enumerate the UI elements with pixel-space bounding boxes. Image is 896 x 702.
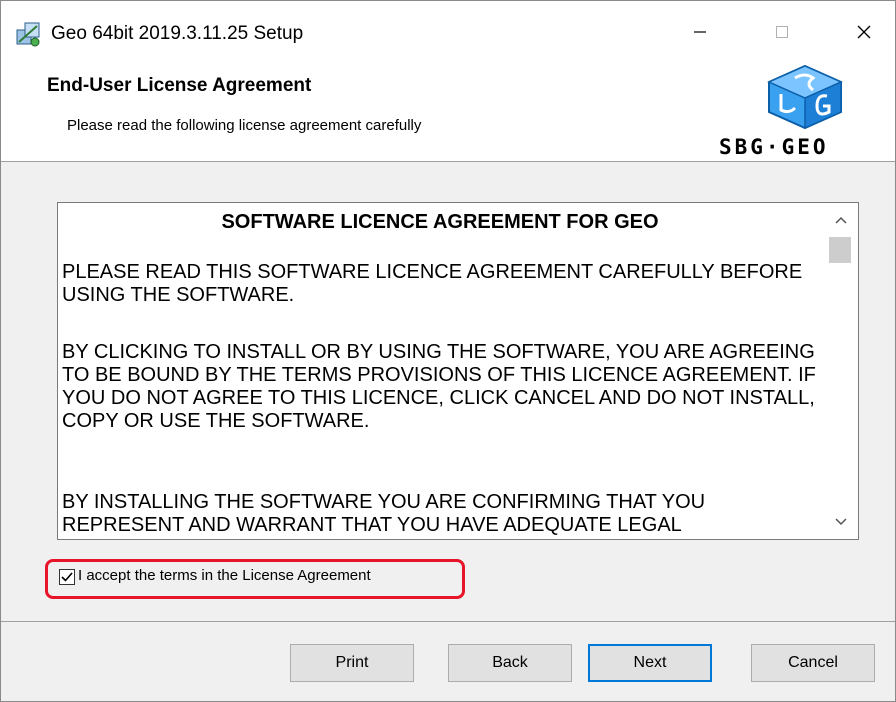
license-paragraph: PLEASE READ THIS SOFTWARE LICENCE AGREEM… xyxy=(62,261,803,306)
maximize-button[interactable] xyxy=(759,15,805,49)
minimize-icon xyxy=(694,31,706,33)
setup-window: Geo 64bit 2019.3.11.25 Setup End-User Li… xyxy=(0,0,896,702)
installer-icon xyxy=(16,22,40,47)
footer-divider xyxy=(1,621,895,622)
chevron-down-icon xyxy=(835,518,847,526)
scroll-up-button[interactable] xyxy=(824,209,858,231)
sbg-logo-icon xyxy=(767,64,843,130)
accept-label[interactable]: I accept the terms in the License Agreem… xyxy=(78,567,371,584)
license-paragraph: BY CLICKING TO INSTALL OR BY USING THE S… xyxy=(62,341,816,432)
window-title: Geo 64bit 2019.3.11.25 Setup xyxy=(51,23,304,44)
scroll-down-button[interactable] xyxy=(824,511,858,533)
license-content: SOFTWARE LICENCE AGREEMENT FOR GEO PLEAS… xyxy=(58,203,822,539)
checkmark-icon xyxy=(61,572,73,582)
back-button[interactable]: Back xyxy=(448,644,572,682)
license-scrollbar[interactable] xyxy=(824,203,858,539)
next-button[interactable]: Next xyxy=(588,644,712,682)
close-button[interactable] xyxy=(841,15,887,49)
scroll-thumb[interactable] xyxy=(829,237,851,263)
maximize-icon xyxy=(776,26,788,38)
logo-text: SBG·GEO xyxy=(719,135,829,159)
title-bar: Geo 64bit 2019.3.11.25 Setup xyxy=(1,1,895,63)
cancel-button[interactable]: Cancel xyxy=(751,644,875,682)
page-subtitle: Please read the following license agreem… xyxy=(67,117,422,134)
header-banner: End-User License Agreement Please read t… xyxy=(1,63,895,162)
page-title: End-User License Agreement xyxy=(47,75,312,96)
license-paragraph: BY INSTALLING THE SOFTWARE YOU ARE CONFI… xyxy=(62,491,706,536)
close-icon xyxy=(857,25,871,39)
license-text-box[interactable]: SOFTWARE LICENCE AGREEMENT FOR GEO PLEAS… xyxy=(57,202,859,540)
accept-checkbox[interactable] xyxy=(59,569,75,585)
minimize-button[interactable] xyxy=(677,15,723,49)
chevron-up-icon xyxy=(835,216,847,224)
print-button[interactable]: Print xyxy=(290,644,414,682)
license-heading: SOFTWARE LICENCE AGREEMENT FOR GEO xyxy=(221,211,659,233)
